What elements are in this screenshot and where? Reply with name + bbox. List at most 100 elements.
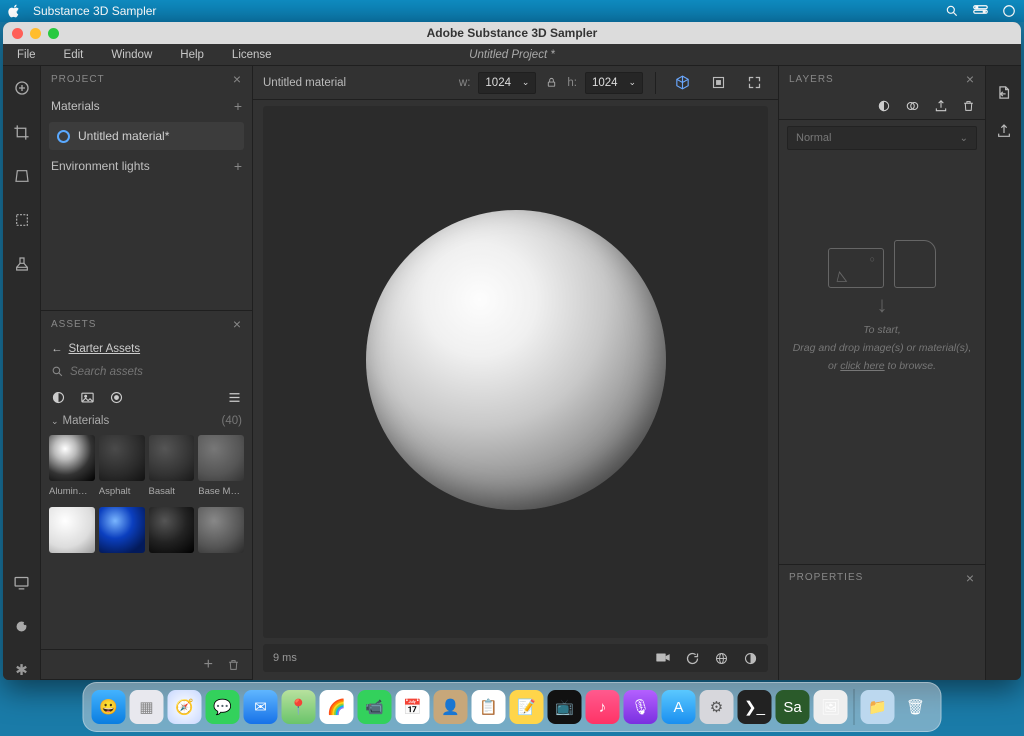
height-select[interactable]: 1024 ⌄ <box>585 72 643 94</box>
width-select[interactable]: 1024 ⌄ <box>478 72 536 94</box>
camera-icon[interactable] <box>655 651 671 666</box>
assets-category-label: Materials <box>63 415 110 427</box>
asset-label: Asphalt <box>99 486 145 497</box>
dock-settings-icon[interactable]: ⚙︎ <box>700 690 734 724</box>
render-mode-icon[interactable] <box>743 651 758 666</box>
apple-icon[interactable] <box>8 4 21 18</box>
control-center-icon[interactable] <box>973 4 988 18</box>
stamp-tool-icon[interactable] <box>12 254 32 274</box>
dock-podcasts-icon[interactable]: 🎙 <box>624 690 658 724</box>
asset-thumb[interactable] <box>49 435 95 481</box>
display-tool-icon[interactable] <box>12 572 32 592</box>
environment-label: Environment lights <box>51 159 150 173</box>
assets-add-icon[interactable]: + <box>204 656 213 674</box>
chevron-down-icon: ⌄ <box>522 77 530 88</box>
view-list-icon[interactable] <box>227 390 242 405</box>
dock-terminal-icon[interactable]: ❯_ <box>738 690 772 724</box>
os-app-name[interactable]: Substance 3D Sampler <box>33 4 156 18</box>
window-maximize-button[interactable] <box>48 28 59 39</box>
layer-mask-icon[interactable] <box>905 99 920 113</box>
dock-preview-icon[interactable]: 🖼 <box>814 690 848 724</box>
dock-tv-icon[interactable]: 📺 <box>548 690 582 724</box>
layers-panel-close-icon[interactable]: × <box>966 71 975 87</box>
environment-add-icon[interactable]: + <box>234 158 242 174</box>
macos-dock: 😀 ▦ 🧭 💬 ✉︎ 📍 🌈 📹 📅 👤 📋 📝 📺 ♪ 🎙 A ⚙︎ ❯_ S… <box>83 682 942 732</box>
asset-thumb[interactable] <box>99 507 145 553</box>
environment-section[interactable]: Environment lights + <box>41 152 252 180</box>
dock-downloads-icon[interactable]: 📁 <box>861 690 895 724</box>
titlebar: Adobe Substance 3D Sampler <box>3 22 1021 44</box>
assets-search-input[interactable] <box>70 366 242 378</box>
dock-launchpad-icon[interactable]: ▦ <box>130 690 164 724</box>
share-icon[interactable] <box>996 123 1012 139</box>
assets-search[interactable] <box>41 361 252 382</box>
menu-file[interactable]: File <box>3 49 50 61</box>
asset-thumb[interactable] <box>99 435 145 481</box>
settings-tool-icon[interactable]: ✱ <box>12 660 32 680</box>
dock-maps-icon[interactable]: 📍 <box>282 690 316 724</box>
view-2d-icon[interactable] <box>704 72 732 94</box>
asset-thumb[interactable] <box>149 507 195 553</box>
dock-photos-icon[interactable]: 🌈 <box>320 690 354 724</box>
asset-thumb[interactable] <box>198 435 244 481</box>
menu-window[interactable]: Window <box>97 49 166 61</box>
preview-sphere <box>366 210 666 510</box>
window-close-button[interactable] <box>12 28 23 39</box>
menu-edit[interactable]: Edit <box>50 49 98 61</box>
globe-icon[interactable] <box>714 651 729 666</box>
spotlight-icon[interactable] <box>945 4 959 18</box>
dock-calendar-icon[interactable]: 📅 <box>396 690 430 724</box>
lock-icon[interactable] <box>546 76 557 89</box>
layer-delete-icon[interactable] <box>962 99 975 113</box>
layer-contrast-icon[interactable] <box>877 99 891 113</box>
viewport-statusbar: 9 ms <box>263 644 768 672</box>
menu-license[interactable]: License <box>218 49 286 61</box>
asset-thumb[interactable] <box>49 507 95 553</box>
add-tool-icon[interactable] <box>12 78 32 98</box>
perspective-tool-icon[interactable] <box>12 166 32 186</box>
filter-material-icon[interactable] <box>51 390 66 405</box>
blend-mode-value: Normal <box>796 132 831 144</box>
material-item[interactable]: Untitled material* <box>49 122 244 150</box>
materials-add-icon[interactable]: + <box>234 98 242 114</box>
dock-music-icon[interactable]: ♪ <box>586 690 620 724</box>
filter-image-icon[interactable] <box>80 390 95 405</box>
assets-panel-close-icon[interactable]: × <box>233 316 242 332</box>
layers-drop-zone[interactable]: ↓ To start, Drag and drop image(s) or ma… <box>779 156 985 456</box>
dock-safari-icon[interactable]: 🧭 <box>168 690 202 724</box>
dock-facetime-icon[interactable]: 📹 <box>358 690 392 724</box>
assets-back-button[interactable]: ← Starter Assets <box>41 337 252 361</box>
dock-contacts-icon[interactable]: 👤 <box>434 690 468 724</box>
dock-messages-icon[interactable]: 💬 <box>206 690 240 724</box>
select-tool-icon[interactable] <box>12 210 32 230</box>
assets-category-row[interactable]: ⌄ Materials (40) <box>41 411 252 431</box>
asset-thumb[interactable] <box>198 507 244 553</box>
window-title: Adobe Substance 3D Sampler <box>3 26 1021 40</box>
viewport-3d[interactable] <box>263 106 768 638</box>
materials-section[interactable]: Materials + <box>41 92 252 120</box>
asset-thumb[interactable] <box>149 435 195 481</box>
fullscreen-icon[interactable] <box>740 72 768 94</box>
crop-tool-icon[interactable] <box>12 122 32 142</box>
assets-delete-icon[interactable] <box>227 658 240 672</box>
environment-tool-icon[interactable] <box>12 616 32 636</box>
dock-reminders-icon[interactable]: 📋 <box>472 690 506 724</box>
menu-help[interactable]: Help <box>166 49 218 61</box>
dock-mail-icon[interactable]: ✉︎ <box>244 690 278 724</box>
siri-icon[interactable] <box>1002 4 1016 18</box>
browse-link[interactable]: click here <box>840 360 884 372</box>
dock-trash-icon[interactable]: 🗑 <box>899 690 933 724</box>
dock-notes-icon[interactable]: 📝 <box>510 690 544 724</box>
project-panel-close-icon[interactable]: × <box>233 71 242 87</box>
blend-mode-select[interactable]: Normal ⌄ <box>787 126 977 150</box>
refresh-icon[interactable] <box>685 651 700 666</box>
filter-hdr-icon[interactable] <box>109 390 124 405</box>
properties-panel-close-icon[interactable]: × <box>966 570 975 586</box>
layer-export-icon[interactable] <box>934 99 948 113</box>
window-minimize-button[interactable] <box>30 28 41 39</box>
dock-sampler-icon[interactable]: Sa <box>776 690 810 724</box>
dock-finder-icon[interactable]: 😀 <box>92 690 126 724</box>
dock-appstore-icon[interactable]: A <box>662 690 696 724</box>
view-3d-icon[interactable] <box>668 72 696 94</box>
export-icon[interactable] <box>995 84 1012 101</box>
